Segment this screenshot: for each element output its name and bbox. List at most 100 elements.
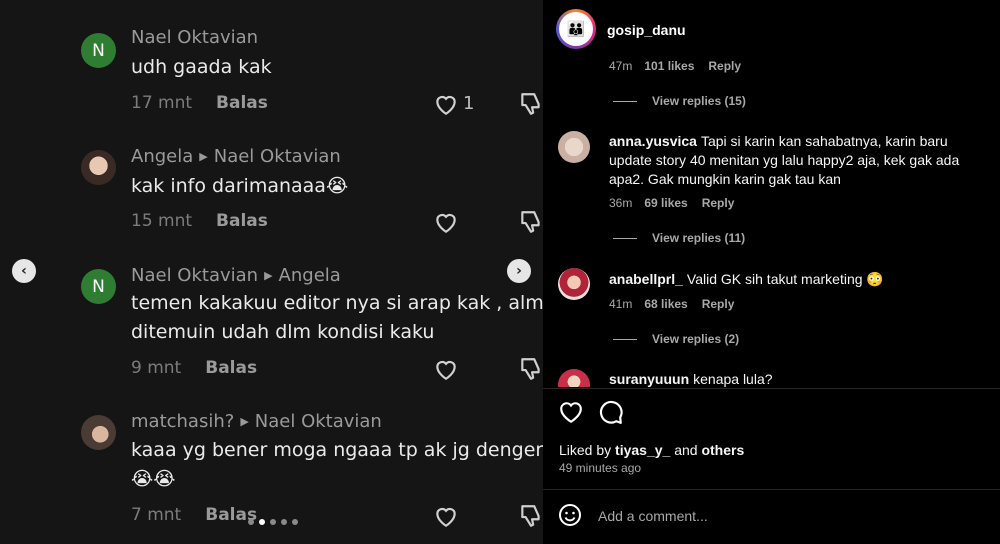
emoji-icon[interactable] — [558, 503, 582, 527]
comment-author: matchasih? ▶ Nael Oktavian — [131, 411, 382, 432]
heart-icon[interactable] — [433, 210, 459, 234]
likes-count[interactable]: 69 likes — [644, 196, 687, 210]
comment-time: 7 mnt — [131, 505, 182, 525]
author-name[interactable]: matchasih? — [131, 411, 234, 432]
view-replies-label: View replies (15) — [652, 94, 746, 108]
avatar[interactable]: N — [81, 33, 116, 68]
reply-button[interactable]: Balas — [216, 211, 268, 231]
comment-meta: 9 mnt Balas — [131, 358, 257, 378]
tiktok-comments-screenshot: N Nael Oktavian udh gaada kak 17 mnt Bala… — [0, 0, 543, 544]
author-name[interactable]: Nael Oktavian — [131, 265, 258, 286]
story-ring-avatar[interactable]: 👪 — [556, 9, 596, 49]
reply-button[interactable]: Reply — [702, 196, 735, 210]
reply-button[interactable]: Reply — [702, 297, 735, 311]
reply-arrow-icon: ▶ — [199, 150, 208, 163]
comment-meta: 36m 69 likes Reply — [609, 196, 734, 210]
comment-username[interactable]: anabellprl_ — [609, 271, 683, 287]
comment-author: Nael Oktavian — [131, 27, 258, 48]
author-name[interactable]: Nael Oktavian — [131, 27, 258, 48]
comment-username[interactable]: gosip_danu — [607, 22, 686, 38]
comment-username[interactable]: suranyuuun — [609, 371, 689, 387]
add-comment-input[interactable]: Add a comment... — [598, 508, 708, 524]
likes-count[interactable]: 68 likes — [644, 297, 687, 311]
carousel-dot[interactable] — [292, 519, 298, 525]
reply-button[interactable]: Reply — [708, 59, 741, 73]
reply-to-name[interactable]: Nael Oktavian — [255, 411, 382, 432]
comment-text: temen kakakuu editor nya si arap kak , a… — [131, 292, 543, 314]
comment-text-line2: ditemuin udah dlm kondisi kaku — [131, 321, 435, 343]
view-replies-label: View replies (2) — [652, 332, 740, 346]
comment-text: suranyuuun kenapa lula? — [609, 370, 989, 387]
comment-time: 36m — [609, 196, 633, 210]
divider — [543, 388, 1000, 389]
liked-by-and: and — [674, 442, 698, 458]
comment-meta: 47m 101 likes Reply — [609, 59, 741, 73]
liked-by-prefix: Liked by — [559, 442, 612, 458]
reply-to-name[interactable]: Angela — [279, 265, 341, 286]
reply-arrow-icon: ▶ — [264, 269, 273, 282]
avatar[interactable] — [81, 150, 116, 185]
carousel-dot-active[interactable] — [259, 519, 265, 525]
comment-text-line2: 😭😭 — [131, 468, 176, 490]
comment-text: udh gaada kak — [131, 56, 272, 78]
avatar[interactable] — [81, 415, 116, 450]
avatar-image: 👪 — [559, 12, 593, 46]
avatar[interactable] — [558, 369, 590, 387]
comment-author: Nael Oktavian ▶ Angela — [131, 265, 341, 286]
avatar[interactable]: N — [81, 269, 116, 304]
heart-icon[interactable] — [433, 504, 459, 528]
view-replies-button[interactable]: View replies (2) — [613, 332, 740, 346]
comment-time: 15 mnt — [131, 211, 193, 231]
comment-text: anabellprl_ Valid GK sih takut marketing … — [609, 270, 989, 289]
carousel-next-button[interactable]: › — [507, 259, 531, 283]
heart-icon[interactable] — [433, 357, 459, 381]
comment-item-partial: suranyuuun kenapa lula? — [543, 365, 1000, 387]
likes-count[interactable]: 101 likes — [644, 59, 694, 73]
comment-time: 41m — [609, 297, 633, 311]
comment-text: kak info darimanaaa😭 — [131, 175, 349, 197]
heart-icon[interactable] — [558, 399, 584, 425]
liked-by: Liked by tiyas_y_ and others — [559, 442, 744, 458]
comment-meta: 15 mnt Balas — [131, 211, 268, 231]
comment-username[interactable]: anna.yusvica — [609, 133, 697, 149]
comment-time: 17 mnt — [131, 93, 193, 113]
reply-arrow-icon: ▶ — [240, 415, 249, 428]
comment-time: 47m — [609, 59, 633, 73]
divider-line — [613, 237, 637, 239]
comment-author: Angela ▶ Nael Oktavian — [131, 146, 341, 167]
comment-meta: 7 mnt Balas — [131, 505, 257, 525]
comment-time: 9 mnt — [131, 358, 182, 378]
carousel-dot[interactable] — [248, 519, 254, 525]
comment-icon[interactable] — [598, 399, 624, 425]
carousel-dot[interactable] — [281, 519, 287, 525]
divider-line — [613, 100, 637, 102]
carousel-indicator — [248, 519, 298, 525]
reply-button[interactable]: Balas — [205, 358, 257, 378]
view-replies-button[interactable]: View replies (15) — [613, 94, 746, 108]
comment-body: kenapa lula? — [693, 371, 773, 387]
comment-meta: 41m 68 likes Reply — [609, 297, 734, 311]
comment-text: kaaa yg bener moga ngaaa tp ak jg denger… — [131, 439, 543, 461]
carousel-dot[interactable] — [270, 519, 276, 525]
dislike-icon[interactable] — [518, 356, 543, 382]
heart-icon[interactable] — [433, 92, 459, 116]
divider — [543, 489, 1000, 490]
comment-body: Valid GK sih takut marketing 😳 — [686, 271, 884, 287]
avatar[interactable] — [558, 131, 590, 163]
author-name[interactable]: Angela — [131, 146, 193, 167]
dislike-icon[interactable] — [518, 503, 543, 529]
liked-by-user[interactable]: tiyas_y_ — [615, 442, 670, 458]
carousel-prev-button[interactable]: ‹ — [12, 259, 36, 283]
view-replies-label: View replies (11) — [652, 231, 746, 245]
view-replies-button[interactable]: View replies (11) — [613, 231, 746, 245]
dislike-icon[interactable] — [518, 209, 543, 235]
dislike-icon[interactable] — [518, 91, 543, 117]
avatar[interactable] — [558, 268, 590, 300]
instagram-comments-panel: 👪 gosip_danu 47m 101 likes Reply View repl… — [543, 0, 1000, 544]
reply-button[interactable]: Balas — [216, 93, 268, 113]
liked-by-others[interactable]: others — [701, 442, 744, 458]
divider-line — [613, 338, 637, 340]
comment-meta: 17 mnt Balas — [131, 93, 268, 113]
reply-to-name[interactable]: Nael Oktavian — [214, 146, 341, 167]
comment-text: anna.yusvica Tapi si karin kan sahabatnya… — [609, 132, 989, 189]
